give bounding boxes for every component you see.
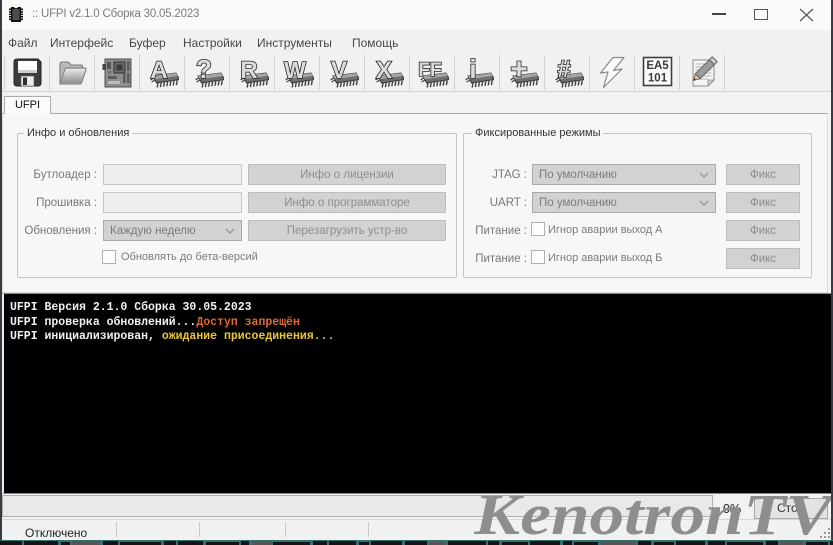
svg-text:V: V	[330, 57, 346, 84]
svg-text:101: 101	[647, 73, 667, 85]
svg-text:#: #	[557, 56, 570, 83]
svg-text:?: ?	[196, 56, 212, 84]
svg-text:i: i	[469, 56, 476, 84]
svg-text:X: X	[375, 57, 391, 84]
svg-text:EA5: EA5	[646, 60, 669, 72]
svg-text:R: R	[240, 57, 257, 84]
svg-text:KenotronTV: KenotronTV	[474, 482, 833, 545]
svg-text:W: W	[284, 57, 306, 83]
svg-text:A: A	[150, 57, 167, 84]
svg-text:+: +	[510, 56, 528, 86]
svg-text:FF: FF	[418, 60, 441, 81]
